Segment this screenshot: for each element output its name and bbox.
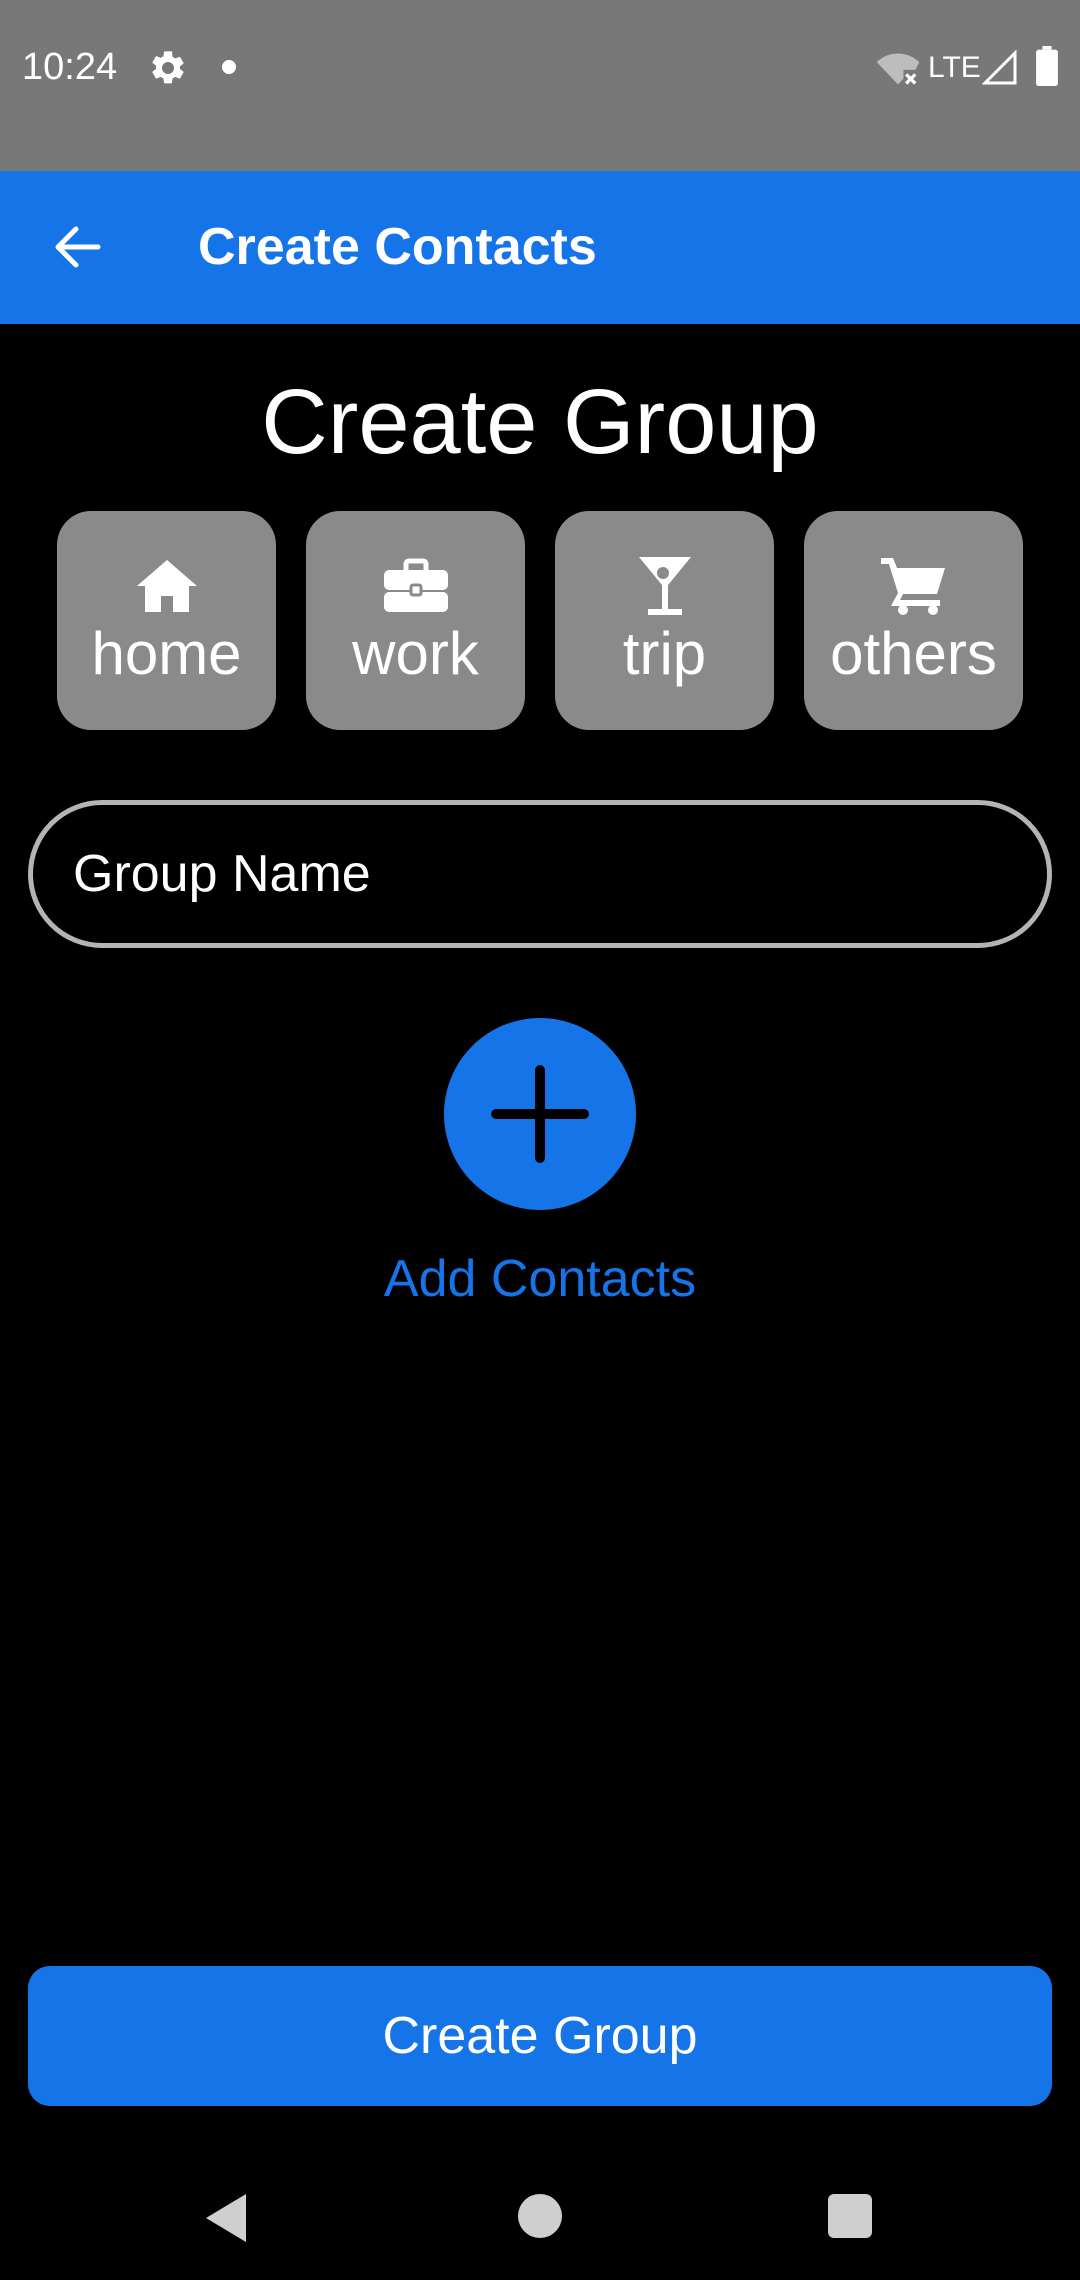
notification-dot-icon — [222, 60, 236, 74]
house-icon — [57, 551, 276, 621]
group-name-field — [28, 800, 1052, 948]
nav-back-icon[interactable] — [200, 2190, 250, 2246]
group-name-input[interactable] — [71, 805, 1011, 943]
category-label: work — [352, 620, 479, 687]
category-work-button[interactable]: work — [306, 511, 525, 730]
app-bar: Create Contacts — [0, 171, 1080, 324]
add-contacts-label[interactable]: Add Contacts — [0, 1248, 1080, 1310]
cocktail-glass-icon — [555, 551, 774, 621]
briefcase-icon — [306, 551, 525, 621]
app-title: Create Contacts — [198, 218, 597, 276]
add-contacts-button[interactable] — [444, 1018, 636, 1210]
wifi-off-icon — [876, 53, 920, 85]
category-home-button[interactable]: home — [57, 511, 276, 730]
plus-icon — [491, 1065, 589, 1163]
category-others-button[interactable]: others — [804, 511, 1023, 730]
nav-home-icon[interactable] — [518, 2194, 562, 2238]
nav-recents-icon[interactable] — [828, 2194, 872, 2238]
status-bar: 10:24 LTE — [0, 0, 1080, 171]
category-label: home — [91, 620, 242, 687]
shopping-cart-icon — [804, 551, 1023, 621]
navigation-bar — [0, 2150, 1080, 2280]
page-title: Create Group — [261, 371, 819, 473]
signal-icon — [982, 50, 1017, 85]
arrow-left-icon — [55, 226, 101, 268]
category-label: others — [830, 620, 997, 687]
battery-icon — [1036, 46, 1058, 86]
category-selector: home work trip others — [57, 511, 1025, 730]
network-type: LTE — [928, 51, 981, 84]
category-label: trip — [622, 620, 707, 687]
status-time: 10:24 — [22, 46, 118, 88]
category-trip-button[interactable]: trip — [555, 511, 774, 730]
create-group-button[interactable]: Create Group — [28, 1966, 1052, 2106]
gear-icon — [152, 51, 184, 84]
back-button[interactable] — [44, 207, 110, 287]
